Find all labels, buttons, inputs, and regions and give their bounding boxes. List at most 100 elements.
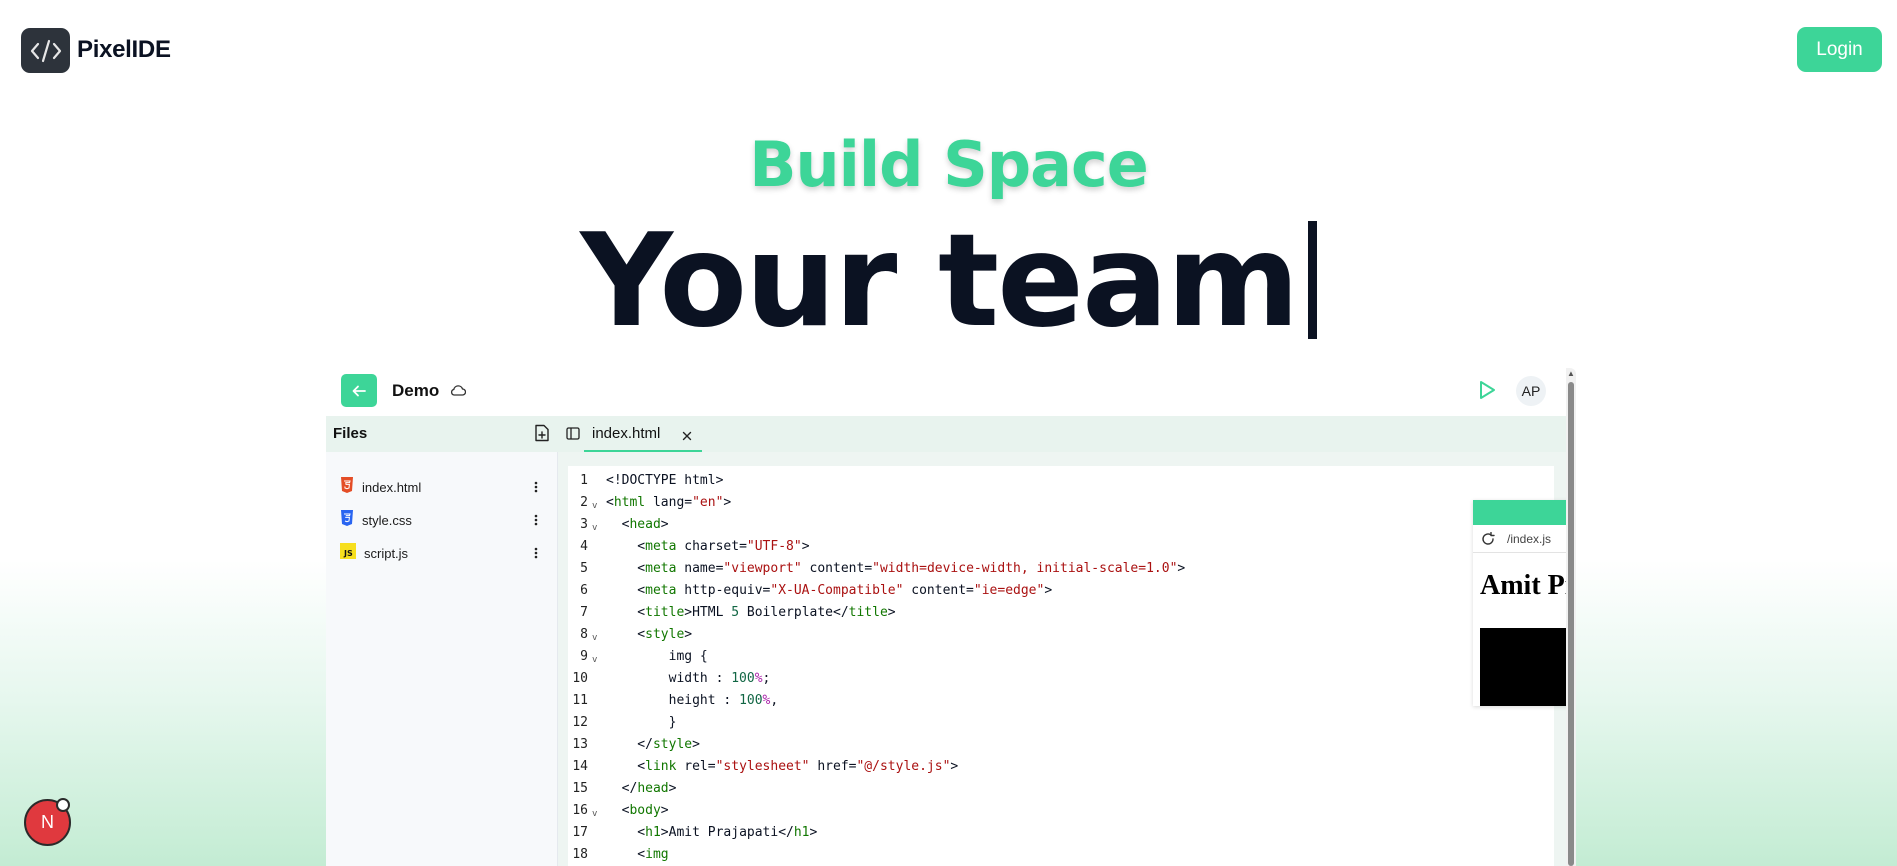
code-text: <body>: [606, 803, 669, 818]
html5-icon: [340, 476, 354, 498]
line-number: 8: [580, 627, 588, 642]
preview-content: Amit Prajapati: [1473, 556, 1576, 706]
svg-text:JS: JS: [343, 549, 353, 558]
more-vertical-icon[interactable]: [528, 545, 544, 561]
code-line[interactable]: 13 </style>: [568, 734, 1554, 756]
tab-label: index.html: [592, 424, 661, 442]
code-text: <title>HTML 5 Boilerplate</title>: [606, 605, 896, 620]
more-vertical-icon[interactable]: [528, 479, 544, 495]
code-text: height : 100%,: [606, 693, 779, 708]
code-editor[interactable]: 1 <!DOCTYPE html> 2 v <html lang="en"> 3 v <he…: [568, 466, 1554, 866]
hero-title: Your team: [0, 212, 1897, 352]
user-avatar[interactable]: AP: [1516, 376, 1546, 406]
code-text: <h1>Amit Prajapati</h1>: [606, 825, 818, 840]
code-line[interactable]: 10 width : 100%;: [568, 668, 1554, 690]
code-text: </style>: [606, 737, 700, 752]
tab-bar: index.html: [558, 416, 1566, 452]
hero-subtitle: Build Space: [749, 128, 1149, 201]
file-name: index.html: [362, 479, 422, 495]
code-line[interactable]: 6 <meta http-equiv="X-UA-Compatible" con…: [568, 580, 1554, 602]
reload-icon[interactable]: [1481, 531, 1495, 551]
code-text: }: [606, 715, 677, 730]
line-number: 6: [580, 583, 588, 598]
sidebar-toggle-icon[interactable]: [566, 427, 580, 445]
top-nav: PixelIDE Login: [0, 0, 1897, 100]
ide-toolbar: Demo AP: [326, 368, 1566, 416]
more-vertical-icon[interactable]: [528, 512, 544, 528]
code-line[interactable]: 8v <style>: [568, 624, 1554, 646]
file-item-index-html[interactable]: index.html: [340, 474, 544, 500]
preview-image: [1480, 628, 1576, 706]
line-number: 1: [580, 473, 588, 488]
line-number: 4: [580, 539, 588, 554]
ide-window: Demo AP Files index.html style.css JS sc…: [326, 368, 1576, 866]
file-name: style.css: [362, 512, 412, 528]
play-icon[interactable]: [1478, 380, 1496, 405]
line-number: 17: [572, 825, 588, 840]
brand-name[interactable]: PixelIDE: [77, 36, 171, 64]
typing-caret: [1307, 221, 1317, 339]
line-number: 13: [572, 737, 588, 752]
code-text: <!DOCTYPE html>: [606, 473, 724, 488]
line-number: 2: [580, 495, 588, 510]
code-text: </head>: [606, 781, 677, 796]
preview-header: [1473, 500, 1576, 525]
code-text: <meta charset="UTF-8">: [606, 539, 810, 554]
scroll-up-arrow-icon[interactable]: ▲: [1567, 369, 1575, 378]
code-line[interactable]: 15 </head>: [568, 778, 1554, 800]
line-number: 12: [572, 715, 588, 730]
ide-scroll-thumb[interactable]: [1568, 382, 1574, 866]
code-text: img {: [606, 649, 708, 664]
code-text: <meta http-equiv="X-UA-Compatible" conte…: [606, 583, 1053, 598]
ide-scrollbar[interactable]: ▲: [1566, 368, 1576, 866]
code-line[interactable]: 3v <head>: [568, 514, 1554, 536]
line-number: 15: [572, 781, 588, 796]
preview-panel: /index.js Amit Prajapati: [1473, 500, 1576, 706]
code-line[interactable]: 17 <h1>Amit Prajapati</h1>: [568, 822, 1554, 844]
file-name: script.js: [364, 545, 409, 561]
line-number: 10: [572, 671, 588, 686]
code-line[interactable]: 4 <meta charset="UTF-8">: [568, 536, 1554, 558]
code-line[interactable]: 16 v <body>: [568, 800, 1554, 822]
code-line[interactable]: 7 <title>HTML 5 Boilerplate</title>: [568, 602, 1554, 624]
code-line[interactable]: 14 <link rel="stylesheet" href="@/style.…: [568, 756, 1554, 778]
new-file-icon[interactable]: [534, 424, 550, 447]
cloud-icon: [450, 383, 467, 401]
file-item-script-js[interactable]: JS script.js: [340, 540, 544, 566]
files-title: Files: [333, 425, 368, 442]
project-name: Demo: [392, 381, 440, 400]
preview-heading: Amit Prajapati: [1480, 570, 1576, 601]
code-text: <meta name="viewport" content="width=dev…: [606, 561, 1186, 576]
code-line[interactable]: 12 }: [568, 712, 1554, 734]
line-number: 16: [572, 803, 588, 818]
code-line[interactable]: 18 <img: [568, 844, 1554, 866]
login-button[interactable]: Login: [1797, 27, 1882, 72]
code-text: <style>: [606, 627, 693, 642]
code-line[interactable]: 2 v <html lang="en">: [568, 492, 1554, 514]
preview-url[interactable]: /index.js: [1507, 532, 1551, 546]
editor-area: index.html 1 <!DOCTYPE html> 2 v <html lang=…: [558, 416, 1576, 866]
hero-title-text: Your team: [580, 207, 1299, 356]
js-icon: JS: [340, 542, 356, 564]
close-icon[interactable]: [682, 428, 692, 446]
line-number: 11: [572, 693, 588, 708]
file-explorer: Files index.html style.css JS script.js: [326, 416, 558, 866]
line-number: 5: [580, 561, 588, 576]
preview-address-bar: /index.js: [1473, 525, 1576, 553]
code-line[interactable]: 9v img {: [568, 646, 1554, 668]
line-number: 14: [572, 759, 588, 774]
line-number: 7: [580, 605, 588, 620]
line-number: 18: [572, 847, 588, 862]
code-line[interactable]: 11 height : 100%,: [568, 690, 1554, 712]
code-text: <html lang="en">: [606, 495, 732, 510]
code-text: width : 100%;: [606, 671, 771, 686]
logo-code-icon[interactable]: [21, 28, 70, 73]
css3-icon: [340, 509, 354, 531]
code-line[interactable]: 5 <meta name="viewport" content="width=d…: [568, 558, 1554, 580]
code-text: <head>: [606, 517, 669, 532]
code-line[interactable]: 1 <!DOCTYPE html>: [568, 470, 1554, 492]
back-button[interactable]: [341, 374, 377, 407]
line-number: 3: [580, 517, 588, 532]
file-item-style-css[interactable]: style.css: [340, 507, 544, 533]
tab-index-html[interactable]: index.html: [584, 416, 702, 452]
